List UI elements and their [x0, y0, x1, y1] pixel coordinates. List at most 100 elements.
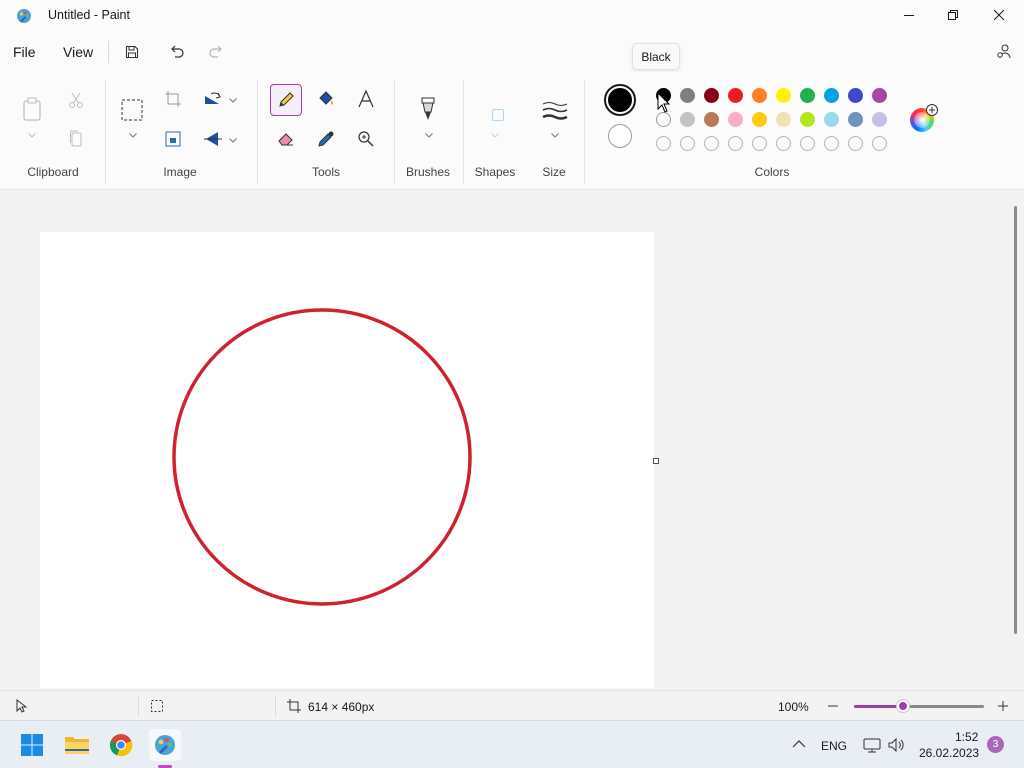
- custom-color-slot[interactable]: [680, 136, 695, 151]
- volume-icon[interactable]: [887, 737, 905, 753]
- menu-view[interactable]: View: [63, 44, 93, 60]
- vertical-scrollbar[interactable]: [1014, 206, 1017, 634]
- save-icon: [125, 45, 139, 59]
- zoom-out-icon[interactable]: [827, 700, 839, 712]
- zoom-in-icon[interactable]: [997, 700, 1009, 712]
- palette-swatch[interactable]: [872, 112, 887, 127]
- palette-swatch[interactable]: [680, 88, 695, 103]
- chrome-taskbar-button[interactable]: [105, 729, 137, 761]
- custom-color-slot[interactable]: [656, 136, 671, 151]
- palette-swatch[interactable]: [680, 112, 695, 127]
- input-language-indicator[interactable]: ENG: [821, 739, 847, 753]
- network-icon[interactable]: [863, 737, 881, 753]
- crop-button[interactable]: [158, 84, 188, 114]
- account-settings-button[interactable]: [990, 38, 1018, 66]
- custom-color-slot[interactable]: [848, 136, 863, 151]
- palette-swatch[interactable]: [824, 112, 839, 127]
- color-picker-tool-button[interactable]: [311, 124, 341, 154]
- cut-icon: [69, 92, 83, 108]
- resize-icon: [165, 131, 181, 147]
- magnifier-tool-button[interactable]: [351, 124, 381, 154]
- custom-color-slot[interactable]: [704, 136, 719, 151]
- palette-swatch[interactable]: [752, 88, 767, 103]
- paste-icon: [23, 97, 41, 121]
- custom-color-slot[interactable]: [752, 136, 767, 151]
- brushes-dropdown-chevron-icon[interactable]: [424, 131, 434, 139]
- crop-icon: [165, 91, 181, 107]
- pencil-tool-button[interactable]: [270, 84, 302, 116]
- palette-swatch[interactable]: [824, 88, 839, 103]
- taskbar: ENG 1:52 26.02.2023: [0, 720, 1024, 768]
- size-dropdown-chevron-icon[interactable]: [550, 131, 560, 139]
- canvas-resize-handle[interactable]: [653, 458, 659, 464]
- paint-taskbar-button[interactable]: [149, 729, 181, 761]
- menu-file[interactable]: File: [13, 44, 36, 60]
- show-hidden-icons-chevron-icon[interactable]: [792, 739, 806, 749]
- text-tool-button[interactable]: [351, 84, 381, 114]
- palette-swatch[interactable]: [800, 88, 815, 103]
- custom-color-slot[interactable]: [824, 136, 839, 151]
- clock-date[interactable]: 26.02.2023: [919, 746, 979, 760]
- flip-button[interactable]: [198, 124, 228, 154]
- palette-swatch[interactable]: [704, 88, 719, 103]
- fill-tool-button[interactable]: [311, 84, 341, 114]
- minimize-button[interactable]: [886, 0, 932, 30]
- palette-swatch[interactable]: [776, 112, 791, 127]
- zoom-slider-thumb[interactable]: [897, 700, 910, 712]
- palette-swatch[interactable]: [776, 88, 791, 103]
- clipboard-group-label: Clipboard: [27, 165, 79, 179]
- redo-button[interactable]: [202, 38, 230, 66]
- shapes-dropdown-chevron-icon[interactable]: [490, 131, 500, 139]
- select-dropdown-chevron-icon[interactable]: [128, 131, 138, 139]
- ribbon-divider: [257, 80, 258, 184]
- flip-dropdown-chevron-icon[interactable]: [228, 136, 238, 144]
- paint-icon: [155, 735, 175, 755]
- shapes-button[interactable]: [483, 100, 513, 130]
- rotate-button[interactable]: [198, 84, 228, 114]
- palette-swatch[interactable]: [848, 88, 863, 103]
- palette-swatch[interactable]: [656, 112, 671, 127]
- select-button[interactable]: [117, 95, 147, 125]
- undo-button[interactable]: [163, 38, 191, 66]
- palette-swatch[interactable]: [728, 112, 743, 127]
- chrome-icon: [109, 734, 133, 757]
- brushes-button[interactable]: [413, 94, 443, 124]
- folder-icon: [65, 737, 89, 754]
- file-explorer-taskbar-button[interactable]: [61, 729, 93, 761]
- custom-color-slot[interactable]: [776, 136, 791, 151]
- custom-color-slot[interactable]: [728, 136, 743, 151]
- rectangle-select-icon: [121, 99, 143, 121]
- close-icon: [993, 9, 1005, 21]
- rotate-dropdown-chevron-icon[interactable]: [228, 96, 238, 104]
- clock-time[interactable]: 1:52: [955, 730, 978, 744]
- restore-button[interactable]: [930, 0, 976, 30]
- account-settings-icon: [997, 44, 1011, 59]
- size-button[interactable]: [540, 96, 570, 126]
- drawing-canvas[interactable]: [40, 232, 654, 688]
- restore-icon: [948, 10, 958, 20]
- primary-color-button[interactable]: [604, 84, 636, 116]
- palette-swatch[interactable]: [848, 112, 863, 127]
- notification-badge[interactable]: 3: [987, 736, 1004, 753]
- canvas-size-icon: [287, 699, 301, 713]
- ribbon-divider: [394, 80, 395, 184]
- palette-swatch[interactable]: [704, 112, 719, 127]
- zoom-slider[interactable]: [854, 700, 984, 712]
- zoom-slider-fill: [854, 705, 904, 708]
- palette-swatch[interactable]: [872, 88, 887, 103]
- custom-color-slot[interactable]: [800, 136, 815, 151]
- start-button[interactable]: [16, 729, 48, 761]
- palette-swatch[interactable]: [752, 112, 767, 127]
- paste-button[interactable]: [17, 94, 47, 124]
- close-button[interactable]: [976, 0, 1022, 30]
- secondary-color-button[interactable]: [608, 124, 632, 148]
- palette-swatch[interactable]: [728, 88, 743, 103]
- copy-button[interactable]: [61, 124, 91, 154]
- save-button[interactable]: [118, 38, 146, 66]
- cut-button[interactable]: [61, 85, 91, 115]
- resize-button[interactable]: [158, 124, 188, 154]
- eraser-tool-button[interactable]: [271, 124, 301, 154]
- custom-color-slot[interactable]: [872, 136, 887, 151]
- palette-swatch[interactable]: [800, 112, 815, 127]
- paste-dropdown-chevron-icon[interactable]: [27, 131, 37, 139]
